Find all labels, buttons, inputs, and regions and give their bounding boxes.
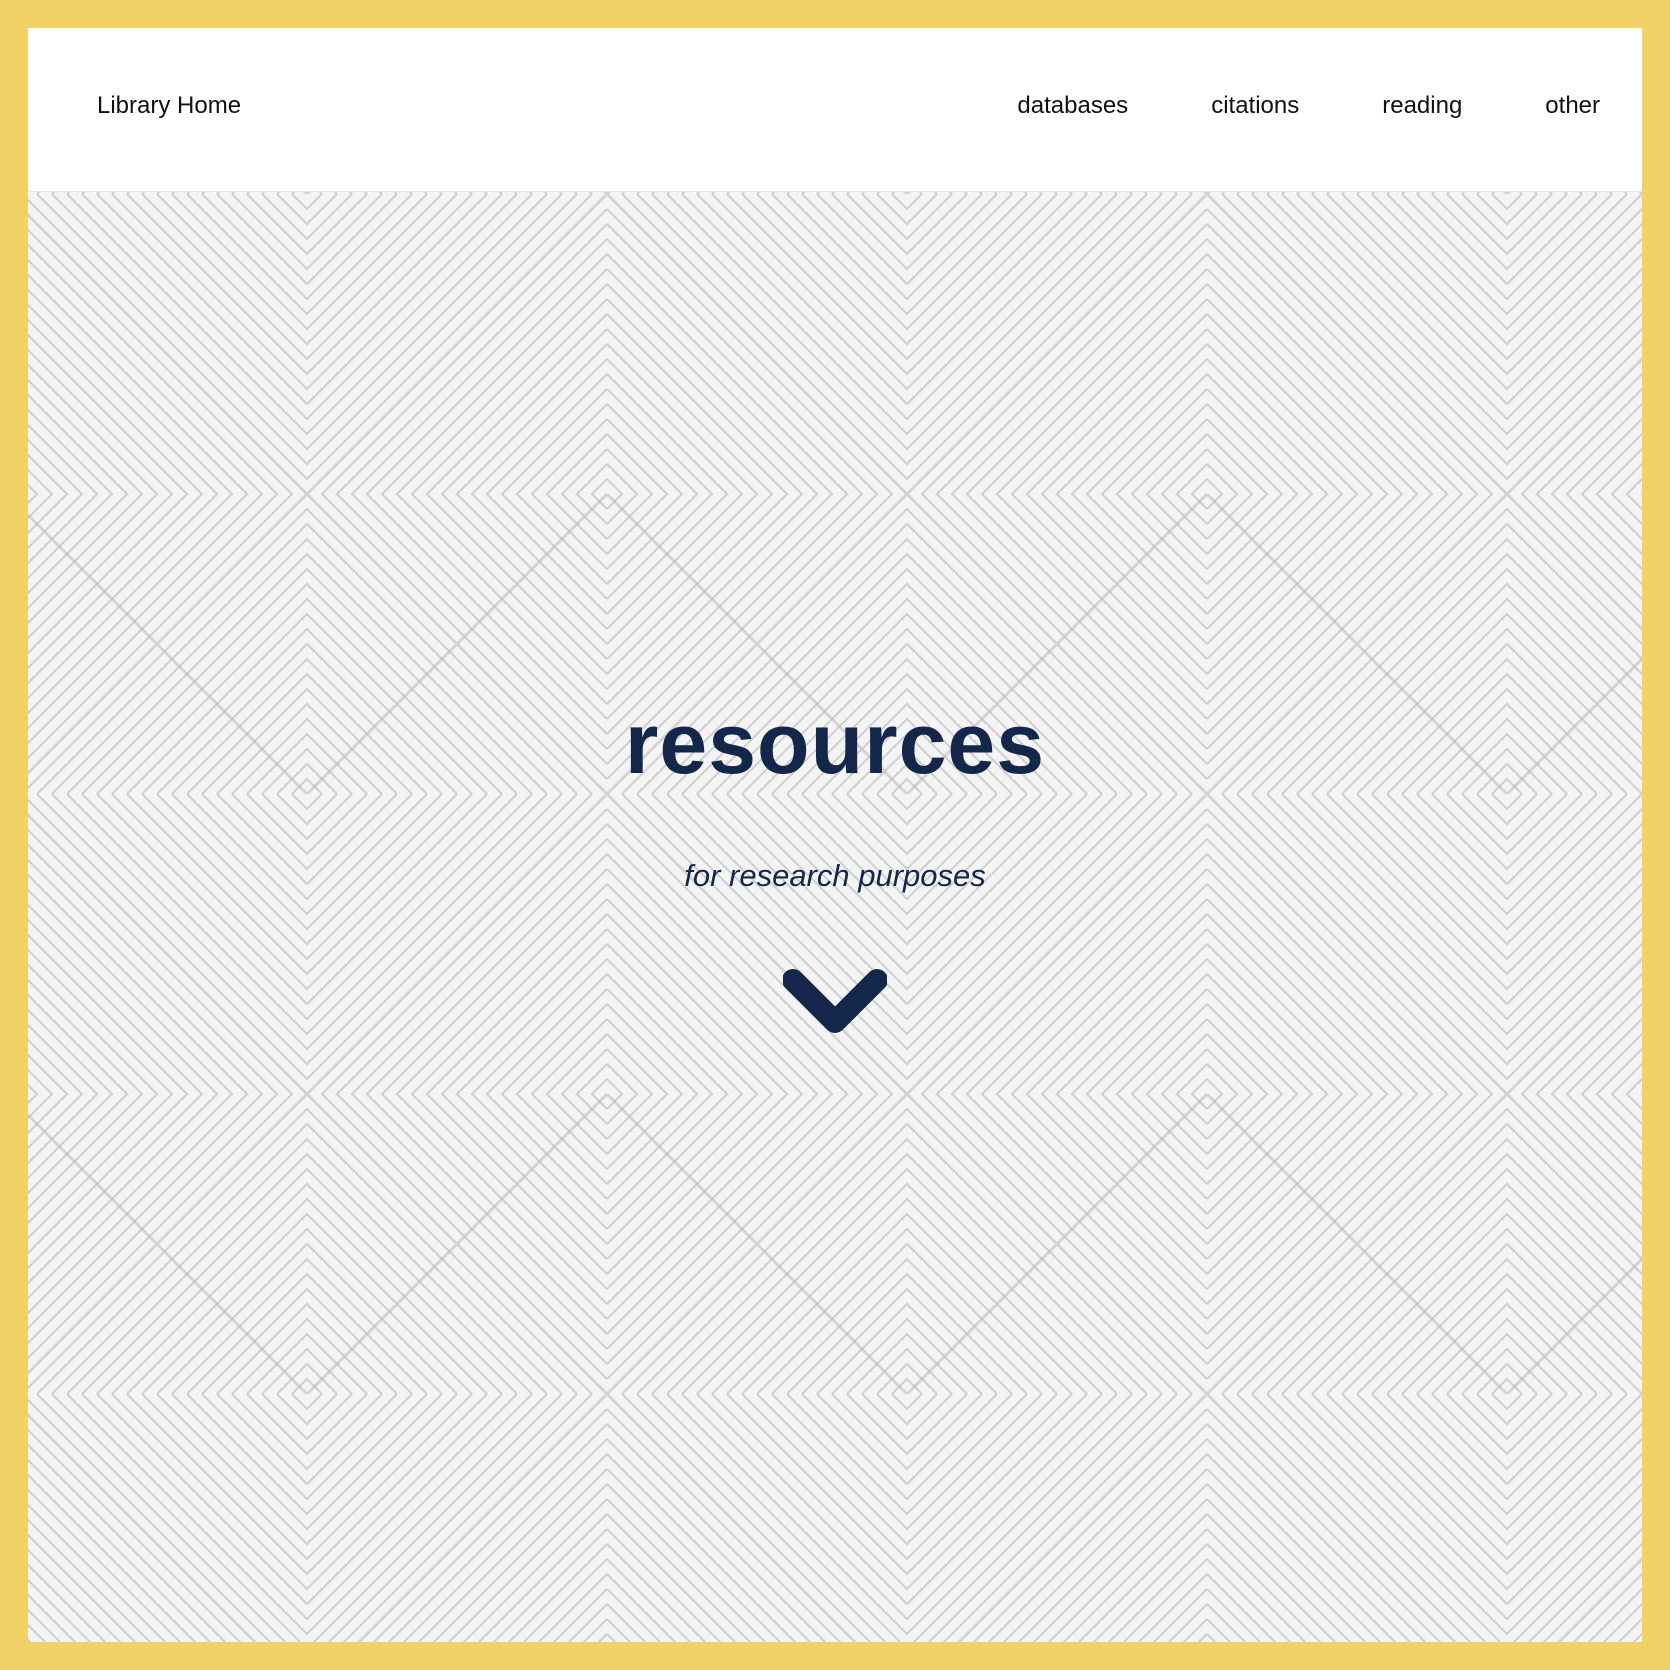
brand-link[interactable]: Library Home (97, 92, 241, 120)
hero-section: resources for research purposes (28, 192, 1642, 1642)
navbar: Library Home databases citations reading… (28, 28, 1642, 192)
nav-link-citations[interactable]: citations (1211, 92, 1299, 120)
hero-subtitle: for research purposes (684, 858, 986, 893)
nav-link-reading[interactable]: reading (1382, 92, 1462, 120)
nav-menu: databases citations reading other (1017, 92, 1600, 120)
hero-content: resources for research purposes (28, 192, 1642, 1642)
page-frame: Library Home databases citations reading… (0, 0, 1670, 1670)
nav-link-other[interactable]: other (1545, 92, 1600, 120)
nav-link-databases[interactable]: databases (1017, 92, 1128, 120)
chevron-down-icon[interactable] (783, 964, 887, 1036)
hero-title: resources (624, 696, 1046, 792)
